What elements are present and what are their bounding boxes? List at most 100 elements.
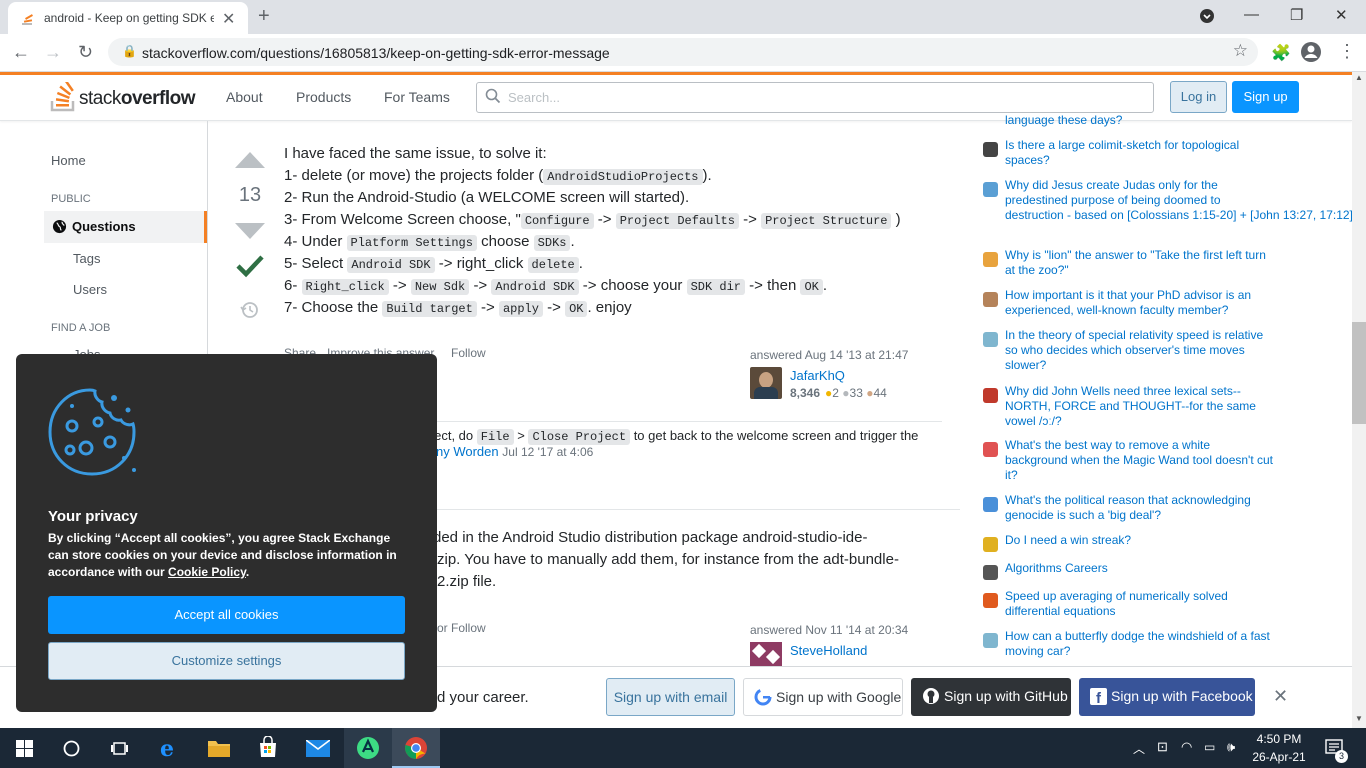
gold-badge-count: 2 — [832, 386, 839, 400]
answer2-improve-link-tail[interactable]: or — [437, 621, 448, 635]
upvote-icon[interactable] — [233, 150, 267, 173]
signup-button[interactable]: Sign up — [1232, 81, 1299, 113]
hot-question-text-line2: NORTH, FORCE and THOUGHT--for the same — [1005, 399, 1256, 413]
hot-question-link[interactable]: How can a butterfly dodge the windshield… — [1005, 629, 1285, 659]
hot-question-partial[interactable]: language these days? — [1005, 113, 1285, 128]
answer-line-0: I have faced the same issue, to solve it… — [284, 145, 547, 162]
url-text: stackoverflow.com/questions/16805813/kee… — [142, 45, 610, 61]
nav-tags[interactable]: Tags — [73, 251, 100, 266]
comment-author[interactable]: ny Worden — [436, 444, 499, 459]
forward-icon[interactable]: → — [44, 42, 62, 63]
window-close-icon[interactable]: ✕ — [1335, 6, 1348, 24]
hot-question-link[interactable]: Is there a large colimit-sketch for topo… — [1005, 138, 1285, 168]
stackoverflow-logo[interactable]: stackoverflow — [50, 80, 200, 114]
reload-icon[interactable]: ↻ — [78, 42, 93, 63]
back-icon[interactable]: ← — [12, 42, 30, 63]
search-cortana-icon[interactable] — [63, 740, 80, 760]
nav-home[interactable]: Home — [51, 153, 86, 168]
answer2-user-avatar[interactable] — [750, 642, 782, 666]
hot-question-text-line2: predestined purpose of being doomed to — [1005, 193, 1221, 207]
nav-products[interactable]: Products — [296, 89, 351, 105]
new-tab-icon[interactable]: + — [258, 5, 270, 28]
address-bar[interactable]: 🔒 stackoverflow.com/questions/16805813/k… — [108, 38, 1258, 66]
edge-browser-icon[interactable]: e — [160, 736, 174, 762]
wifi-icon[interactable]: ◠ — [1181, 739, 1192, 755]
hot-question-text-line1: What's the political reason that acknowl… — [1005, 493, 1251, 507]
answer2-follow-link[interactable]: Follow — [451, 621, 486, 635]
customize-settings-button[interactable]: Customize settings — [48, 642, 405, 680]
taskbar-time[interactable]: 4:50 PM — [1254, 732, 1304, 746]
extensions-icon[interactable]: 🧩 — [1271, 43, 1291, 63]
hot-question-link[interactable]: Why is "lion" the answer to "Take the fi… — [1005, 248, 1285, 278]
history-icon[interactable] — [240, 300, 260, 323]
github-icon — [922, 678, 940, 727]
nav-questions[interactable]: Questions — [44, 211, 207, 243]
browser-menu-icon[interactable]: ⋮ — [1338, 41, 1356, 62]
login-button[interactable]: Log in — [1170, 81, 1227, 113]
signup-github-button[interactable]: Sign up with GitHub — [911, 678, 1071, 716]
accept-all-cookies-button[interactable]: Accept all cookies — [48, 596, 405, 634]
answer-line-5: 5- Select Android SDK -> right_click del… — [284, 255, 583, 273]
answer2-user-name[interactable]: SteveHolland — [790, 643, 867, 658]
mail-icon[interactable] — [305, 739, 331, 760]
taskbar-date[interactable]: 26-Apr-21 — [1252, 750, 1306, 764]
volume-icon[interactable]: 🕪 — [1227, 739, 1235, 755]
cookie-icon — [48, 388, 136, 476]
user-name[interactable]: JafarKhQ — [790, 368, 845, 383]
scrollbar-thumb[interactable] — [1352, 322, 1366, 424]
facebook-icon: f — [1090, 688, 1107, 707]
follow-link[interactable]: Follow — [451, 346, 486, 360]
hot-question-link[interactable]: How important is it that your PhD adviso… — [1005, 288, 1285, 318]
hot-question-link[interactable]: What's the political reason that acknowl… — [1005, 493, 1285, 523]
scroll-up-arrow-icon[interactable]: ▲ — [1355, 73, 1363, 82]
task-view-icon[interactable] — [110, 740, 129, 760]
bh-icon — [983, 182, 998, 197]
signup-email-button[interactable]: Sign up with email — [606, 678, 735, 716]
close-tab-icon[interactable]: ✕ — [222, 9, 235, 29]
hot-question-link[interactable]: What's the best way to remove a white bac… — [1005, 438, 1285, 483]
signup-facebook-button[interactable]: f Sign up with Facebook — [1079, 678, 1255, 716]
nav-for-teams[interactable]: For Teams — [384, 89, 450, 105]
tab-title: android - Keep on getting SDK e — [44, 11, 214, 25]
hot-question-text-line3: slower? — [1005, 358, 1047, 372]
hot-question-link[interactable]: Algorithms Careers — [1005, 561, 1285, 576]
hot-question-link[interactable]: Speed up averaging of numerically solved… — [1005, 589, 1285, 619]
user-avatar[interactable] — [750, 367, 782, 399]
answer-line-1: 1- delete (or move) the projects folder … — [284, 167, 712, 185]
hot-question-link[interactable]: Do I need a win streak? — [1005, 533, 1285, 548]
hot-question-link[interactable]: Why did Jesus create Judas only for the p… — [1005, 178, 1360, 223]
nav-about[interactable]: About — [226, 89, 263, 105]
answer-line-7: 7- Choose the Build target -> apply -> O… — [284, 299, 632, 317]
lock-icon: 🔒 — [122, 44, 137, 58]
account-avatar-icon[interactable] — [1300, 41, 1322, 66]
taskbar-app-android-studio[interactable] — [344, 728, 392, 768]
comment-date: Jul 12 '17 at 4:06 — [502, 445, 594, 459]
taskbar-app-chrome[interactable] — [392, 728, 440, 768]
signup-google-button[interactable]: Sign up with Google — [743, 678, 903, 716]
windows-start-icon[interactable] — [16, 740, 33, 760]
battery-icon[interactable]: ▭ — [1204, 740, 1215, 754]
downvote-icon[interactable] — [233, 221, 267, 244]
file-explorer-icon[interactable] — [207, 738, 231, 761]
profile-menu-icon[interactable] — [1199, 8, 1215, 28]
bookmark-star-icon[interactable]: ☆ — [1233, 41, 1248, 61]
cookie-body: By clicking “Accept all cookies”, you ag… — [48, 531, 397, 579]
math-icon — [983, 593, 998, 608]
tray-expand-icon[interactable]: ︿ — [1133, 740, 1145, 757]
nav-users[interactable]: Users — [73, 282, 107, 297]
hot-question-link[interactable]: In the theory of special relativity spee… — [1005, 328, 1285, 373]
notification-count-badge: 3 — [1335, 750, 1348, 763]
signup-github-label: Sign up with GitHub — [944, 688, 1068, 704]
scroll-down-arrow-icon[interactable]: ▼ — [1355, 714, 1363, 723]
maximize-icon[interactable]: ❐ — [1290, 6, 1303, 24]
store-icon[interactable] — [257, 735, 279, 761]
hot-question-link[interactable]: Why did John Wells need three lexical se… — [1005, 384, 1285, 429]
careers-icon — [983, 565, 998, 580]
browser-tab[interactable]: android - Keep on getting SDK e ✕ — [8, 2, 248, 34]
tray-network-device-icon[interactable]: ⊡ — [1157, 739, 1168, 755]
physics-icon — [983, 332, 998, 347]
cookie-policy-link[interactable]: Cookie Policy — [168, 565, 246, 579]
minimize-icon[interactable]: — — [1244, 6, 1259, 23]
search-input[interactable]: Search... — [476, 82, 1154, 113]
close-banner-icon[interactable]: ✕ — [1273, 686, 1288, 707]
